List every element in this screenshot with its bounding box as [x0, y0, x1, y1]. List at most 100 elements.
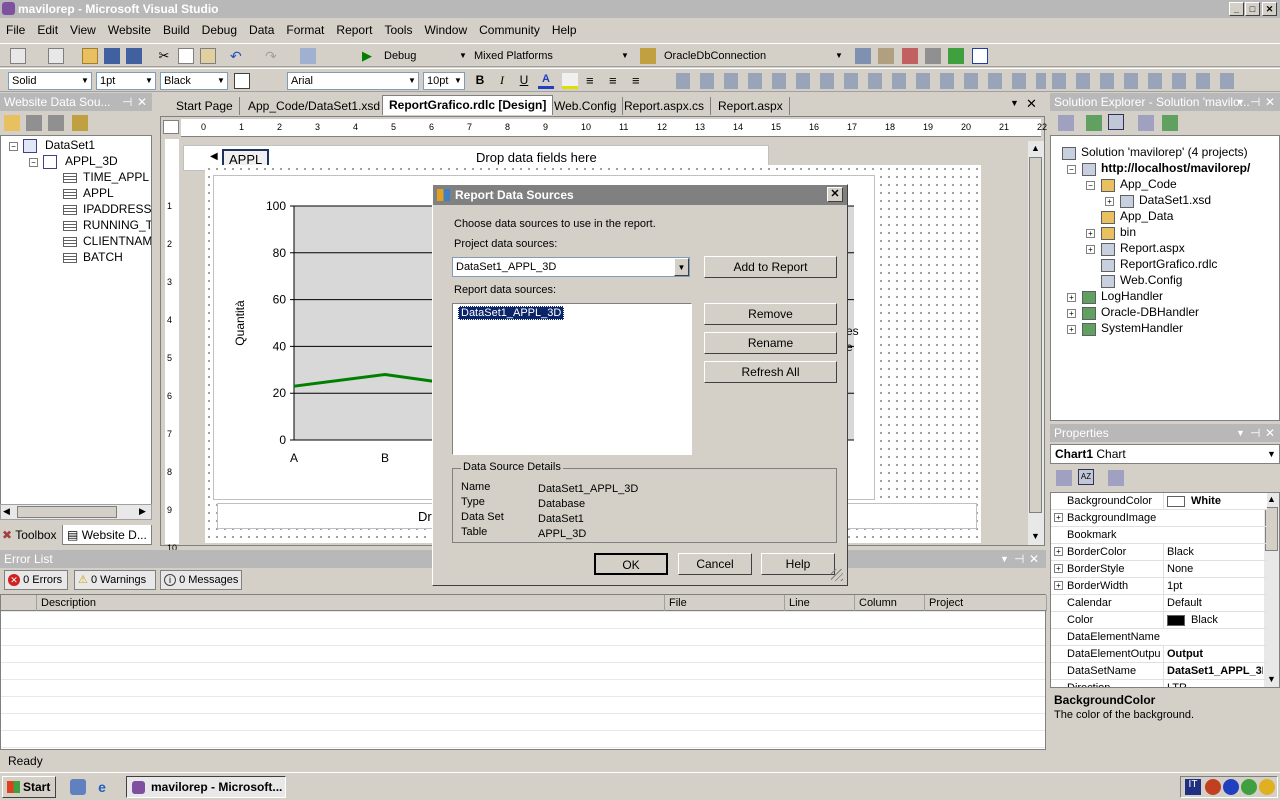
- menu-help[interactable]: Help: [546, 20, 583, 40]
- column-header[interactable]: Line: [785, 595, 855, 611]
- property-row[interactable]: Calendar Default: [1051, 595, 1267, 612]
- solution-tree-item[interactable]: ReportGrafico.rdlc: [1120, 257, 1217, 271]
- property-row[interactable]: Bookmark: [1051, 527, 1267, 544]
- scroll-down-icon[interactable]: ▼: [1267, 674, 1276, 684]
- pin-icon[interactable]: ⊣: [1250, 424, 1260, 442]
- menu-website[interactable]: Website: [102, 20, 157, 40]
- color-select[interactable]: Black ▼: [160, 72, 228, 90]
- solution-tree-item[interactable]: DataSet1.xsd: [1139, 193, 1211, 207]
- tab-toolbox[interactable]: ✖ Toolbox: [0, 525, 62, 545]
- menu-data[interactable]: Data: [243, 20, 280, 40]
- close-button[interactable]: ✕: [1262, 2, 1277, 16]
- property-row[interactable]: + BorderStyle None: [1051, 561, 1267, 578]
- expand-icon[interactable]: +: [1105, 197, 1114, 206]
- platform-select[interactable]: Mixed Platforms ▼: [470, 47, 632, 65]
- tab-document[interactable]: Start Page: [170, 97, 240, 115]
- resize-grip-icon[interactable]: [831, 569, 843, 581]
- line-width-select[interactable]: 1pt ▼: [96, 72, 156, 90]
- bold-button[interactable]: B: [472, 73, 488, 89]
- rename-button[interactable]: Rename: [704, 332, 837, 354]
- menu-tools[interactable]: Tools: [378, 20, 418, 40]
- properties-icon[interactable]: [1058, 115, 1074, 131]
- dropdown-icon[interactable]: ▼: [1236, 424, 1245, 442]
- close-icon[interactable]: ✕: [1265, 424, 1275, 442]
- expand-icon[interactable]: +: [1054, 547, 1063, 556]
- save-icon[interactable]: [104, 48, 120, 64]
- solution-tree-item[interactable]: bin: [1120, 225, 1136, 239]
- remove-button[interactable]: Remove: [704, 303, 837, 325]
- expand-icon[interactable]: −: [1067, 165, 1076, 174]
- scroll-up-icon[interactable]: ▲: [1031, 143, 1040, 153]
- menu-window[interactable]: Window: [418, 20, 473, 40]
- property-row[interactable]: DataElementName: [1051, 629, 1267, 646]
- edit-dataset-icon[interactable]: [26, 115, 42, 131]
- tree-field[interactable]: TIME_APPL: [83, 170, 149, 184]
- tree-field[interactable]: BATCH: [83, 250, 123, 264]
- scroll-down-icon[interactable]: ▼: [1031, 531, 1040, 541]
- navigate-icon[interactable]: [300, 48, 316, 64]
- property-row[interactable]: + BackgroundImage: [1051, 510, 1267, 527]
- refresh-all-button[interactable]: Refresh All: [704, 361, 837, 383]
- refresh-icon[interactable]: [72, 115, 88, 131]
- tab-website-data[interactable]: ▤ Website D...: [62, 525, 152, 545]
- alphabetical-icon[interactable]: AZ: [1078, 469, 1094, 485]
- input-language-icon[interactable]: IT: [1185, 779, 1201, 795]
- property-row[interactable]: BackgroundColor White: [1051, 493, 1267, 510]
- tree-field[interactable]: IPADDRESS: [83, 202, 151, 216]
- pin-icon[interactable]: ⊣: [1250, 93, 1260, 111]
- tray-speaker-icon[interactable]: [1241, 779, 1257, 795]
- layout-tools-icon[interactable]: [676, 73, 1046, 89]
- solution-tree-item[interactable]: App_Code: [1120, 177, 1177, 191]
- column-header[interactable]: Project: [925, 595, 1047, 611]
- show-all-files-icon[interactable]: [1108, 114, 1124, 130]
- messages-filter[interactable]: i 0 Messages: [160, 570, 242, 590]
- tree-table[interactable]: APPL_3D: [65, 154, 118, 168]
- expand-icon[interactable]: −: [1086, 181, 1095, 190]
- tab-document[interactable]: Report.aspx.cs: [618, 97, 712, 115]
- close-icon[interactable]: ✕: [1029, 550, 1039, 568]
- categorized-icon[interactable]: [1056, 470, 1072, 486]
- pin-icon[interactable]: ⊣: [122, 93, 132, 111]
- tray-app-icon[interactable]: [1205, 779, 1221, 795]
- connection-select[interactable]: OracleDbConnection ▼: [660, 47, 846, 65]
- menu-report[interactable]: Report: [330, 20, 378, 40]
- solution-tree-item[interactable]: Report.aspx: [1120, 241, 1185, 255]
- column-header[interactable]: Description: [37, 595, 665, 611]
- solution-tree-item[interactable]: Oracle-DBHandler: [1101, 305, 1199, 319]
- expand-icon[interactable]: +: [1086, 245, 1095, 254]
- cut-icon[interactable]: ✂: [156, 48, 172, 64]
- font-select[interactable]: Arial ▼: [287, 72, 419, 90]
- properties-icon[interactable]: [878, 48, 894, 64]
- copy-icon[interactable]: [178, 48, 194, 64]
- maximize-button[interactable]: □: [1245, 2, 1260, 16]
- open-folder-icon[interactable]: [82, 48, 98, 64]
- scroll-left-icon[interactable]: ◀: [3, 506, 10, 517]
- refresh-icon[interactable]: [1086, 115, 1102, 131]
- tree-field[interactable]: CLIENTNAME: [83, 234, 151, 248]
- server-explorer-icon[interactable]: [855, 48, 871, 64]
- taskbar-item-vs[interactable]: mavilorep - Microsoft...: [126, 776, 286, 798]
- errors-filter[interactable]: ✕ 0 Errors: [4, 570, 68, 590]
- tab-document[interactable]: Web.Config: [548, 97, 624, 115]
- new-project-icon[interactable]: [10, 48, 26, 64]
- property-row[interactable]: DataSetName DataSet1_APPL_3D: [1051, 663, 1267, 680]
- border-icon[interactable]: [234, 73, 250, 89]
- redo-icon[interactable]: ↷: [265, 48, 281, 64]
- column-header[interactable]: Column: [855, 595, 925, 611]
- solution-tree-item[interactable]: Solution 'mavilorep' (4 projects): [1081, 145, 1248, 159]
- solution-tree-item[interactable]: SystemHandler: [1101, 321, 1183, 335]
- property-pages-icon[interactable]: [1108, 470, 1124, 486]
- solution-tree-item[interactable]: http://localhost/mavilorep/: [1101, 161, 1250, 175]
- connection-icon[interactable]: [640, 48, 656, 64]
- help-button[interactable]: Help: [761, 553, 835, 575]
- scroll-thumb[interactable]: [1029, 157, 1042, 513]
- add-item-icon[interactable]: [48, 48, 64, 64]
- scroll-right-icon[interactable]: ▶: [139, 506, 146, 517]
- paste-icon[interactable]: [200, 48, 216, 64]
- dialog-close-button[interactable]: ✕: [827, 187, 843, 202]
- line-style-select[interactable]: Solid ▼: [8, 72, 92, 90]
- menu-build[interactable]: Build: [157, 20, 196, 40]
- tree-dataset[interactable]: DataSet1: [45, 138, 95, 152]
- close-document-icon[interactable]: ✕: [1026, 96, 1037, 112]
- tab-document[interactable]: Report.aspx: [712, 97, 790, 115]
